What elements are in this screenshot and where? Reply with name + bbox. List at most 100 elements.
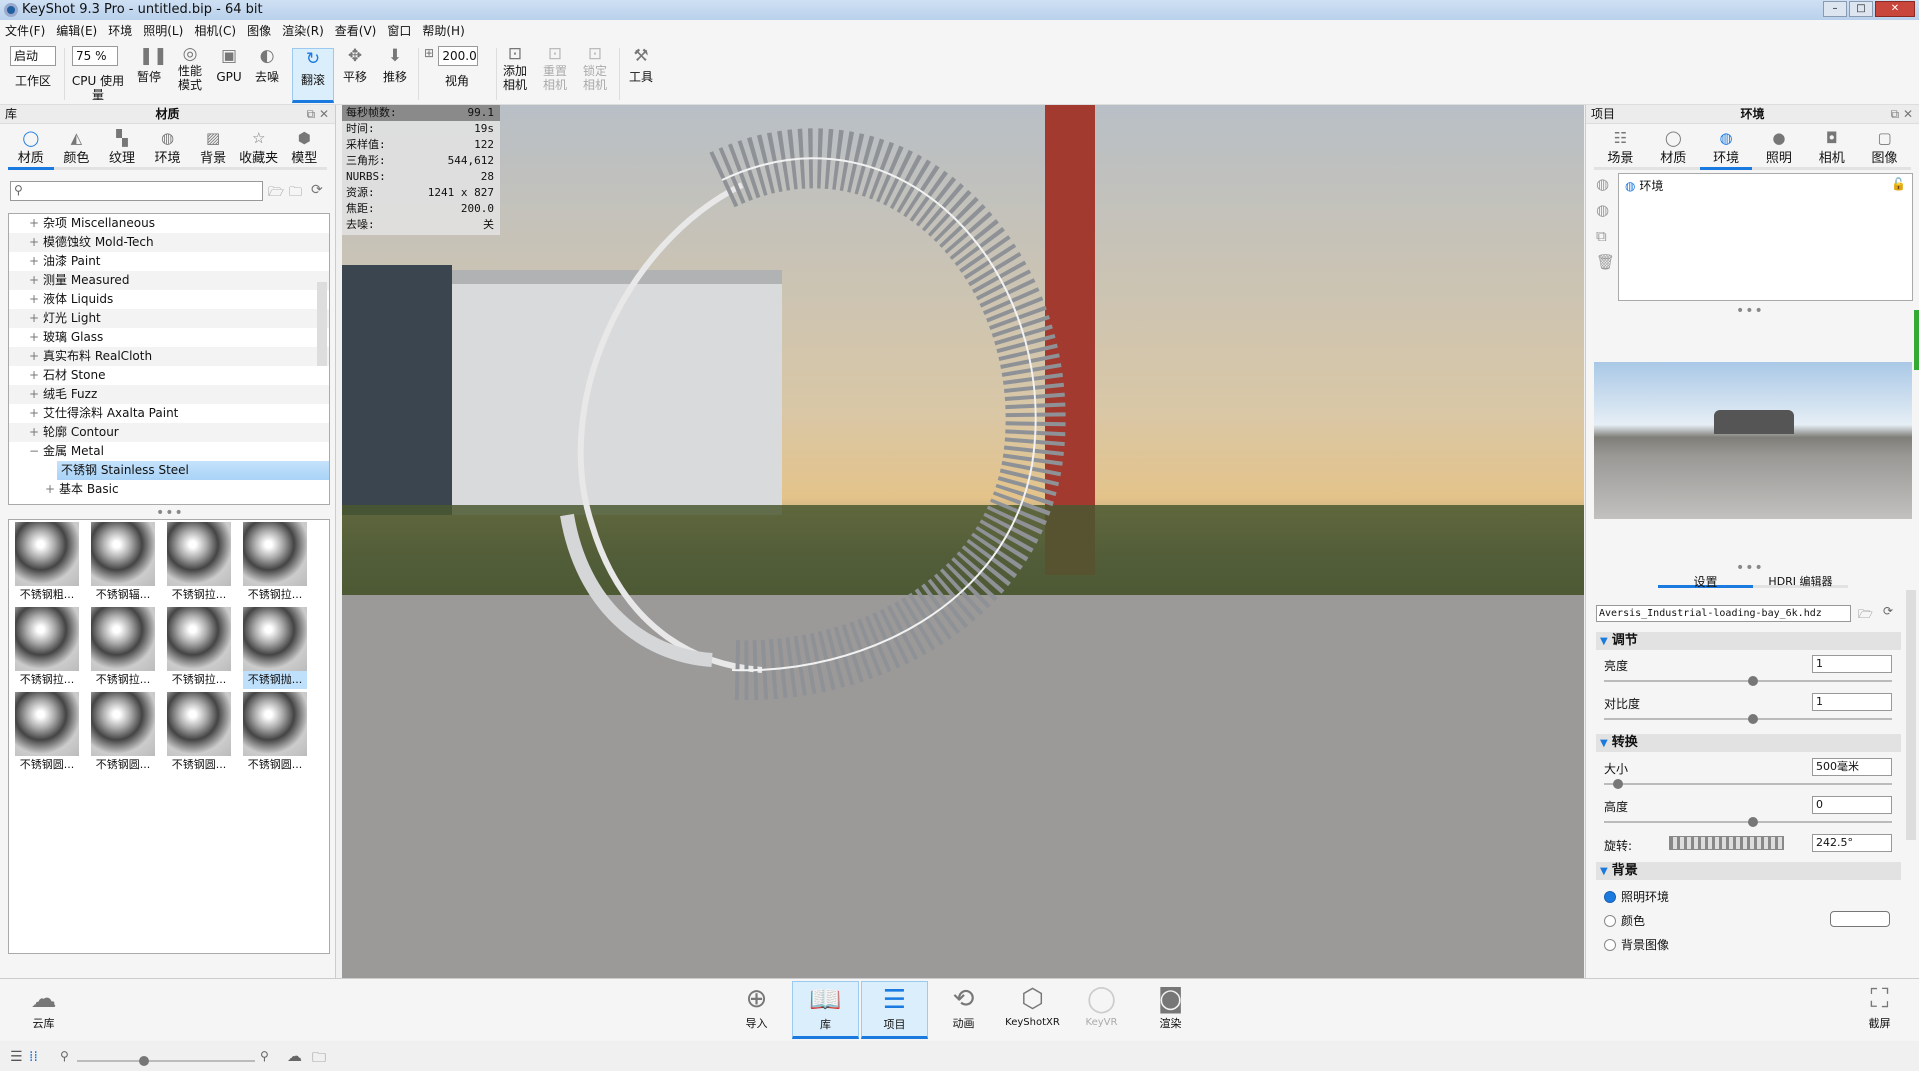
contrast-input[interactable]: 1 <box>1812 693 1892 711</box>
zoom-out-icon[interactable]: ⚲ <box>60 1049 69 1063</box>
folder-export-icon[interactable]: 🗀 <box>312 1047 326 1071</box>
bg-color-radio[interactable]: 颜色 <box>1604 912 1645 929</box>
slider-handle[interactable] <box>1612 779 1623 789</box>
tab-favorites[interactable]: ☆ 收藏夹 <box>236 126 282 167</box>
reset-camera-button[interactable]: ⊡ 重置 相机 <box>540 44 570 92</box>
thumbnail-size-slider[interactable] <box>77 1056 255 1066</box>
cpu-usage-select[interactable]: 75 % <box>72 46 118 66</box>
height-input[interactable]: 0 <box>1812 796 1892 814</box>
menu-environment[interactable]: 环境 <box>108 20 132 42</box>
render-viewport[interactable] <box>342 105 1584 978</box>
gpu-button[interactable]: ▣ GPU <box>214 46 244 84</box>
tab-settings[interactable]: 设置 <box>1658 573 1753 589</box>
project-button[interactable]: ☰ 项目 <box>861 981 928 1039</box>
tab-environments[interactable]: ◍ 环境 <box>145 126 191 167</box>
dolly-button[interactable]: ⬇ 推移 <box>380 46 410 84</box>
menu-image[interactable]: 图像 <box>247 20 271 42</box>
duplicate-environment-icon[interactable]: ◍ <box>1596 175 1609 193</box>
splitter-handle[interactable]: ••• <box>1736 303 1764 319</box>
tab-hdri-editor[interactable]: HDRI 编辑器 <box>1753 573 1848 588</box>
material-thumbnail[interactable]: 不锈钢粗... <box>15 522 79 604</box>
material-thumbnail[interactable]: 不锈钢拉... <box>167 522 231 604</box>
tree-item[interactable]: + 石材 Stone <box>9 366 329 385</box>
material-thumbnail[interactable]: 不锈钢圆... <box>167 692 231 774</box>
menu-file[interactable]: 文件(F) <box>5 20 45 42</box>
close-icon[interactable]: ✕ <box>319 107 329 121</box>
tree-item[interactable]: + 杂项 Miscellaneous <box>9 214 329 233</box>
tree-item[interactable]: + 灯光 Light <box>9 309 329 328</box>
tree-item[interactable]: + 油漆 Paint <box>9 252 329 271</box>
refresh-icon[interactable]: ⟳ <box>311 182 323 198</box>
menu-help[interactable]: 帮助(H) <box>422 20 464 42</box>
size-slider[interactable] <box>1604 779 1892 789</box>
library-button[interactable]: 📖 库 <box>792 981 859 1039</box>
tree-scrollbar[interactable] <box>317 282 327 366</box>
tab-image[interactable]: ▢ 图像 <box>1858 126 1911 167</box>
height-slider[interactable] <box>1604 817 1892 827</box>
grid-view-icon[interactable]: ⁞⁞ <box>29 1049 38 1065</box>
tree-item[interactable]: + 真实布料 RealCloth <box>9 347 329 366</box>
float-icon[interactable]: ⧉ <box>307 107 316 121</box>
cloud-library-button[interactable]: ☁ 云库 <box>10 981 77 1039</box>
add-folder-icon[interactable]: 🗁 <box>268 183 284 205</box>
close-icon[interactable]: ✕ <box>1903 107 1913 121</box>
bg-image-radio[interactable]: 背景图像 <box>1604 936 1669 953</box>
menu-camera[interactable]: 相机(C) <box>194 20 236 42</box>
import-button[interactable]: ⊕ 导入 <box>723 981 790 1039</box>
bg-color-swatch[interactable] <box>1830 911 1890 927</box>
material-thumbnail[interactable]: 不锈钢辐... <box>91 522 155 604</box>
animation-button[interactable]: ⟲ 动画 <box>930 981 997 1039</box>
add-environment-icon[interactable]: ◍ <box>1596 201 1609 219</box>
tree-item[interactable]: + 轮廓 Contour <box>9 423 329 442</box>
render-button[interactable]: ◙ 渲染 <box>1137 981 1204 1039</box>
contrast-slider[interactable] <box>1604 714 1892 724</box>
tab-lighting[interactable]: ● 照明 <box>1752 126 1805 167</box>
search-input[interactable] <box>26 182 247 197</box>
menu-lighting[interactable]: 照明(L) <box>143 20 183 42</box>
environment-list-item[interactable]: ◍ 环境 🔓 <box>1619 174 1912 197</box>
minimize-button[interactable]: – <box>1823 1 1847 17</box>
size-input[interactable]: 500毫米 <box>1812 758 1892 776</box>
pan-button[interactable]: ✥ 平移 <box>340 46 370 84</box>
refresh-icon[interactable]: ⟳ <box>1883 604 1893 618</box>
menu-edit[interactable]: 编辑(E) <box>56 20 97 42</box>
preview-scrollbar[interactable] <box>1914 310 1919 370</box>
menu-view[interactable]: 查看(V) <box>335 20 377 42</box>
performance-mode-button[interactable]: ◎ 性能 模式 <box>174 44 206 92</box>
tumble-button[interactable]: ↻ 翻滚 <box>292 48 335 103</box>
workspace-select[interactable]: 启动 <box>10 46 56 66</box>
lock-camera-button[interactable]: ⊡ 锁定 相机 <box>580 44 610 92</box>
maximize-button[interactable]: □ <box>1849 1 1873 17</box>
brightness-slider[interactable] <box>1604 676 1892 686</box>
library-search[interactable]: ⚲ <box>10 181 263 201</box>
tree-item-expanded[interactable]: − 金属 Metal <box>9 442 329 461</box>
tab-backplates[interactable]: ▨ 背景 <box>190 126 236 167</box>
section-adjustments[interactable]: ▼ 调节 <box>1596 632 1901 650</box>
tab-environment[interactable]: ◍ 环境 <box>1699 126 1753 170</box>
close-button[interactable]: ✕ <box>1875 1 1915 17</box>
material-thumbnail[interactable]: 不锈钢圆... <box>243 692 307 774</box>
brightness-input[interactable]: 1 <box>1812 655 1892 673</box>
section-background[interactable]: ▼ 背景 <box>1596 862 1901 880</box>
material-thumbnail[interactable]: 不锈钢拉... <box>91 607 155 689</box>
tab-scene[interactable]: ☷ 场景 <box>1594 126 1647 167</box>
fov-input[interactable]: 200.0 <box>438 46 479 66</box>
section-transform[interactable]: ▼ 转换 <box>1596 734 1901 752</box>
add-from-library-icon[interactable]: ⧉ <box>1596 227 1607 245</box>
denoise-button[interactable]: ◐ 去噪 <box>252 46 282 84</box>
slider-handle[interactable] <box>1748 817 1758 827</box>
cloud-upload-icon[interactable]: ☁ <box>287 1047 302 1065</box>
lock-icon[interactable]: 🔓 <box>1891 177 1906 191</box>
tree-item[interactable]: + 测量 Measured <box>9 271 329 290</box>
slider-handle[interactable] <box>1748 714 1758 724</box>
settings-scrollbar[interactable] <box>1906 590 1916 840</box>
tab-models[interactable]: ⬢ 模型 <box>281 126 327 167</box>
material-thumbnail[interactable]: 不锈钢拉... <box>243 522 307 604</box>
add-camera-button[interactable]: ⊡ 添加 相机 <box>500 44 530 92</box>
hdri-file-field[interactable]: Aversis_Industrial-loading-bay_6k.hdz <box>1596 605 1851 622</box>
tab-materials[interactable]: ◯ 材质 <box>8 126 54 170</box>
tree-item-selected[interactable]: 不锈钢 Stainless Steel <box>57 461 329 480</box>
tab-camera[interactable]: ◘ 相机 <box>1805 126 1858 167</box>
tree-item[interactable]: + 基本 Basic <box>9 480 329 499</box>
tree-item[interactable]: + 液体 Liquids <box>9 290 329 309</box>
